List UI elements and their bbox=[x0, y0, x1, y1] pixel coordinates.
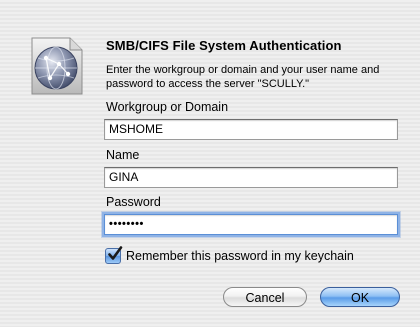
checkmark-icon bbox=[108, 246, 123, 260]
remember-password-checkbox[interactable] bbox=[105, 246, 123, 264]
network-globe-icon bbox=[26, 34, 84, 98]
dialog-message: Enter the workgroup or domain and your u… bbox=[106, 64, 380, 90]
authentication-dialog: SMB/CIFS File System Authentication Ente… bbox=[0, 0, 420, 327]
password-field[interactable]: •••••••• bbox=[104, 214, 398, 235]
workgroup-field[interactable]: MSHOME bbox=[104, 119, 398, 140]
remember-password-option[interactable]: Remember this password in my keychain bbox=[105, 246, 354, 265]
cancel-button[interactable]: Cancel bbox=[223, 287, 307, 307]
workgroup-label: Workgroup or Domain bbox=[106, 100, 229, 114]
ok-button[interactable]: OK bbox=[320, 287, 400, 307]
name-field[interactable]: GINA bbox=[104, 167, 398, 188]
name-label: Name bbox=[106, 148, 140, 162]
dialog-title: SMB/CIFS File System Authentication bbox=[106, 38, 342, 53]
password-label: Password bbox=[106, 195, 161, 209]
remember-password-label[interactable]: Remember this password in my keychain bbox=[126, 249, 354, 263]
